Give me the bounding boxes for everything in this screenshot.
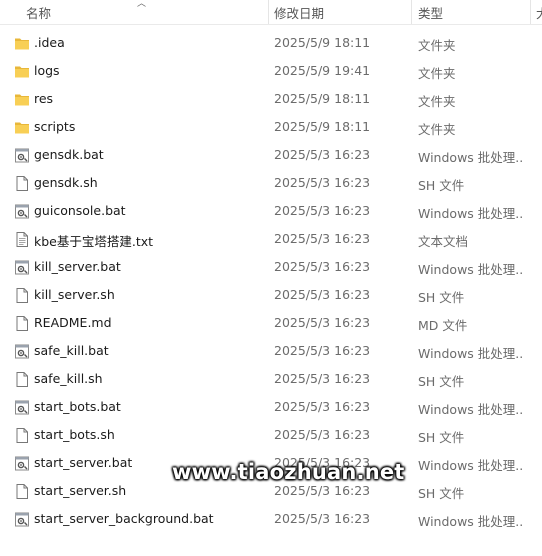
file-name: start_server.bat (34, 455, 133, 470)
file-name: logs (34, 63, 60, 78)
folder-icon (14, 64, 30, 79)
file-type: 文件夹 (418, 38, 456, 53)
file-date: 2025/5/3 16:23 (274, 315, 371, 330)
file-name: README.md (34, 315, 112, 330)
folder-icon (14, 120, 30, 135)
file-icon (14, 372, 30, 387)
file-row[interactable]: safe_kill.sh 2025/5/3 16:23 SH 文件 (0, 365, 542, 393)
file-icon (14, 176, 30, 191)
file-row[interactable]: gensdk.bat 2025/5/3 16:23 Windows 批处理... (0, 141, 542, 169)
file-name: gensdk.bat (34, 147, 104, 162)
file-icon (14, 288, 30, 303)
file-row[interactable]: README.md 2025/5/3 16:23 MD 文件 (0, 309, 542, 337)
file-date: 2025/5/3 16:23 (274, 231, 371, 246)
file-type: SH 文件 (418, 430, 465, 445)
file-row[interactable]: kill_server.sh 2025/5/3 16:23 SH 文件 (0, 281, 542, 309)
file-name: gensdk.sh (34, 175, 98, 190)
file-type: Windows 批处理... (418, 514, 522, 529)
file-row[interactable]: scripts 2025/5/9 18:11 文件夹 (0, 113, 542, 141)
file-name: kill_server.sh (34, 287, 115, 302)
file-date: 2025/5/3 16:23 (274, 427, 371, 442)
column-divider[interactable] (268, 0, 269, 24)
file-date: 2025/5/3 16:23 (274, 259, 371, 274)
column-type-header[interactable]: 类型 (418, 3, 443, 22)
file-date: 2025/5/9 18:11 (274, 35, 371, 50)
file-type: 文本文档 (418, 234, 469, 249)
batch-file-icon (14, 204, 30, 219)
column-divider[interactable] (530, 0, 531, 24)
file-name: .idea (34, 35, 65, 50)
folder-icon (14, 92, 30, 107)
batch-file-icon (14, 260, 30, 275)
file-row[interactable]: res 2025/5/9 18:11 文件夹 (0, 85, 542, 113)
file-name: kill_server.bat (34, 259, 121, 274)
file-type: 文件夹 (418, 66, 456, 81)
file-date: 2025/5/3 16:23 (274, 399, 371, 414)
file-list: .idea 2025/5/9 18:11 文件夹 logs 2025/5/9 19:41… (0, 29, 542, 533)
file-type: Windows 批处理... (418, 150, 522, 165)
file-name: res (34, 91, 54, 106)
file-date: 2025/5/3 16:23 (274, 203, 371, 218)
column-header: 名称 ︿ 修改日期 类型 大 (0, 0, 542, 25)
file-type: 文件夹 (418, 122, 456, 137)
file-name: scripts (34, 119, 76, 134)
file-name: kbe基于宝塔搭建.txt (34, 234, 154, 249)
file-row[interactable]: start_server_background.bat 2025/5/3 16:2… (0, 505, 542, 533)
file-name: start_bots.sh (34, 427, 115, 442)
batch-file-icon (14, 344, 30, 359)
file-row[interactable]: logs 2025/5/9 19:41 文件夹 (0, 57, 542, 85)
file-date: 2025/5/3 16:23 (274, 371, 371, 386)
file-row[interactable]: start_bots.bat 2025/5/3 16:23 Windows 批处理.… (0, 393, 542, 421)
file-row[interactable]: kbe基于宝塔搭建.txt 2025/5/3 16:23 文本文档 (0, 225, 542, 253)
file-name: start_server_background.bat (34, 511, 214, 526)
file-icon (14, 428, 30, 443)
column-name-header[interactable]: 名称 (26, 3, 51, 22)
file-type: Windows 批处理... (418, 262, 522, 277)
file-date: 2025/5/9 18:11 (274, 119, 371, 134)
file-row[interactable]: kill_server.bat 2025/5/3 16:23 Windows 批处理… (0, 253, 542, 281)
batch-file-icon (14, 400, 30, 415)
text-file-icon (14, 232, 30, 247)
batch-file-icon (14, 148, 30, 163)
file-type: Windows 批处理... (418, 206, 522, 221)
column-divider[interactable] (411, 0, 412, 24)
batch-file-icon (14, 512, 30, 527)
file-date: 2025/5/3 16:23 (274, 147, 371, 162)
file-type: Windows 批处理... (418, 458, 522, 473)
file-row[interactable]: safe_kill.bat 2025/5/3 16:23 Windows 批处理..… (0, 337, 542, 365)
column-size-header[interactable]: 大 (536, 3, 542, 22)
folder-icon (14, 36, 30, 51)
file-row[interactable]: gensdk.sh 2025/5/3 16:23 SH 文件 (0, 169, 542, 197)
file-type: MD 文件 (418, 318, 468, 333)
file-type: 文件夹 (418, 94, 456, 109)
file-date: 2025/5/3 16:23 (274, 287, 371, 302)
file-row[interactable]: start_bots.sh 2025/5/3 16:23 SH 文件 (0, 421, 542, 449)
file-row[interactable]: .idea 2025/5/9 18:11 文件夹 (0, 29, 542, 57)
file-name: start_bots.bat (34, 399, 121, 414)
file-date: 2025/5/9 19:41 (274, 63, 371, 78)
watermark: www.tiaozhuan.net (172, 460, 405, 484)
file-type: SH 文件 (418, 290, 465, 305)
file-type: SH 文件 (418, 178, 465, 193)
file-date: 2025/5/3 16:23 (274, 511, 371, 526)
sort-up-icon: ︿ (137, 0, 147, 9)
column-date-header[interactable]: 修改日期 (274, 3, 324, 22)
file-date: 2025/5/3 16:23 (274, 175, 371, 190)
file-type: Windows 批处理... (418, 402, 522, 417)
file-name: guiconsole.bat (34, 203, 126, 218)
file-type: Windows 批处理... (418, 346, 522, 361)
file-date: 2025/5/3 16:23 (274, 483, 371, 498)
file-type: SH 文件 (418, 374, 465, 389)
batch-file-icon (14, 456, 30, 471)
file-date: 2025/5/9 18:11 (274, 91, 371, 106)
file-icon (14, 484, 30, 499)
file-type: SH 文件 (418, 486, 465, 501)
file-name: safe_kill.sh (34, 371, 103, 386)
file-icon (14, 316, 30, 331)
file-date: 2025/5/3 16:23 (274, 343, 371, 358)
file-name: start_server.sh (34, 483, 127, 498)
file-row[interactable]: guiconsole.bat 2025/5/3 16:23 Windows 批处理.… (0, 197, 542, 225)
file-name: safe_kill.bat (34, 343, 109, 358)
